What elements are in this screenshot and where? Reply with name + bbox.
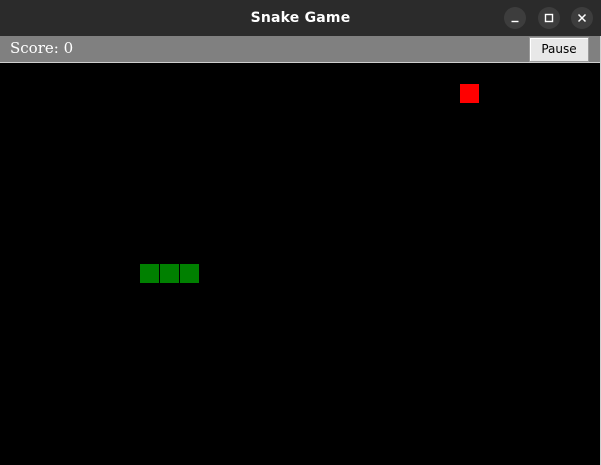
maximize-icon bbox=[544, 13, 554, 23]
game-board[interactable] bbox=[0, 64, 600, 465]
snake-segment bbox=[140, 264, 159, 283]
score-bar: Score: 0 Pause bbox=[0, 36, 601, 63]
close-icon bbox=[577, 13, 587, 23]
food-pellet bbox=[460, 84, 479, 103]
minimize-button[interactable] bbox=[504, 7, 526, 29]
score-label: Score: 0 bbox=[10, 39, 74, 57]
title-bar[interactable]: Snake Game bbox=[0, 0, 601, 36]
snake-head bbox=[180, 264, 199, 283]
minimize-icon bbox=[511, 20, 519, 23]
pause-button[interactable]: Pause bbox=[529, 37, 589, 62]
maximize-button[interactable] bbox=[538, 7, 560, 29]
app-window: Snake Game Score: 0 Pause bbox=[0, 0, 601, 465]
close-button[interactable] bbox=[571, 7, 593, 29]
snake-segment bbox=[160, 264, 179, 283]
